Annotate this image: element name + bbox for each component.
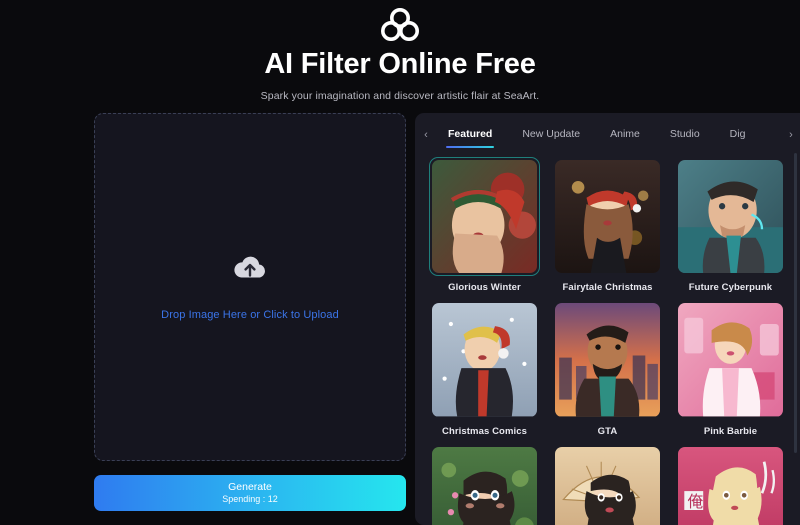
style-card-thumbnail — [678, 303, 783, 417]
style-card-gta[interactable]: GTA — [552, 300, 663, 439]
tab-label: Anime — [610, 128, 640, 140]
style-card-thumbnail: 俺 — [678, 446, 783, 525]
generate-button[interactable]: Generate Spending : 12 — [94, 475, 406, 511]
style-card-thumbnail — [432, 446, 537, 525]
image-upload-dropzone[interactable]: Drop Image Here or Click to Upload — [94, 113, 406, 461]
trefoil-circles-logo-icon — [380, 8, 420, 42]
style-card-label: Pink Barbie — [703, 425, 758, 437]
cloud-upload-icon — [233, 254, 267, 287]
style-card-thumb-frame — [429, 444, 540, 525]
style-card-label: Fairytale Christmas — [562, 282, 653, 294]
style-card-label: Christmas Comics — [441, 425, 528, 437]
tab-studio[interactable]: Studio — [655, 121, 715, 149]
generate-button-label: Generate — [228, 481, 272, 493]
tab-label: Dig — [729, 128, 746, 140]
style-card-glorious-winter[interactable]: Glorious Winter — [429, 157, 540, 296]
tab-label: Studio — [669, 128, 700, 140]
style-card-thumb-frame — [675, 300, 786, 419]
style-card-thumbnail — [555, 303, 660, 417]
upload-instruction-text: Drop Image Here or Click to Upload — [161, 308, 339, 321]
main-content: Drop Image Here or Click to Upload Gener… — [0, 113, 800, 525]
generate-spending-label: Spending : 12 — [222, 494, 278, 504]
styles-panel: ‹ Featured New Update Anime Studio Dig › Glo… — [415, 113, 800, 525]
chevron-right-icon[interactable]: › — [784, 129, 798, 141]
style-card-thumb-frame — [552, 444, 663, 525]
style-card-thumb-frame — [552, 157, 663, 276]
tab-new-update[interactable]: New Update — [507, 121, 595, 149]
svg-text:俺: 俺 — [687, 493, 703, 511]
style-card-thumbnail — [432, 303, 537, 417]
style-card-christmas-comics[interactable]: Christmas Comics — [429, 300, 540, 439]
upload-column: Drop Image Here or Click to Upload Gener… — [0, 113, 415, 525]
style-card-fairytale-christmas[interactable]: Fairytale Christmas — [552, 157, 663, 296]
tabs-strip: Featured New Update Anime Studio Dig — [433, 121, 784, 149]
tab-anime[interactable]: Anime — [595, 121, 655, 149]
style-card-label: GTA — [597, 425, 618, 437]
style-card-thumb-frame: 俺 — [675, 444, 786, 525]
page-title: AI Filter Online Free — [264, 48, 536, 80]
style-card-label: Future Cyberpunk — [688, 282, 773, 294]
logo — [0, 8, 800, 42]
style-cards-scroll-area[interactable]: Glorious Winter Fairytale Christmas Futu… — [415, 151, 800, 525]
style-category-tabs: ‹ Featured New Update Anime Studio Dig › — [415, 121, 800, 149]
style-card-chinese-style[interactable]: Chinese Style — [552, 444, 663, 525]
styles-panel-scrollbar[interactable] — [794, 153, 797, 453]
chevron-left-icon[interactable]: ‹ — [419, 129, 433, 141]
page-subtitle: Spark your imagination and discover arti… — [260, 90, 540, 103]
style-card-thumbnail — [555, 160, 660, 274]
style-card-thumb-frame — [675, 157, 786, 276]
style-card-thumbnail — [678, 160, 783, 274]
tab-featured[interactable]: Featured — [433, 121, 507, 149]
style-card-label: Glorious Winter — [448, 282, 521, 294]
style-card-thumbnail — [432, 160, 537, 274]
style-cards-grid: Glorious Winter Fairytale Christmas Futu… — [429, 157, 786, 525]
style-card-thumb-frame — [552, 300, 663, 419]
style-card-future-cyberpunk[interactable]: Future Cyberpunk — [675, 157, 786, 296]
tab-dig[interactable]: Dig — [715, 121, 761, 149]
tab-label: Featured — [448, 128, 493, 140]
style-card-ink-painting-style[interactable]: 俺 Ink Painting Style — [675, 444, 786, 525]
style-card-thumb-frame — [429, 157, 540, 277]
tab-label: New Update — [522, 128, 581, 140]
page-header: AI Filter Online Free Spark your imagina… — [0, 0, 800, 102]
style-card-ghibli-colors[interactable]: Ghibli Colors — [429, 444, 540, 525]
style-card-pink-barbie[interactable]: Pink Barbie — [675, 300, 786, 439]
style-card-thumb-frame — [429, 300, 540, 419]
app-root: AI Filter Online Free Spark your imagina… — [0, 0, 800, 525]
style-card-thumbnail — [555, 446, 660, 525]
